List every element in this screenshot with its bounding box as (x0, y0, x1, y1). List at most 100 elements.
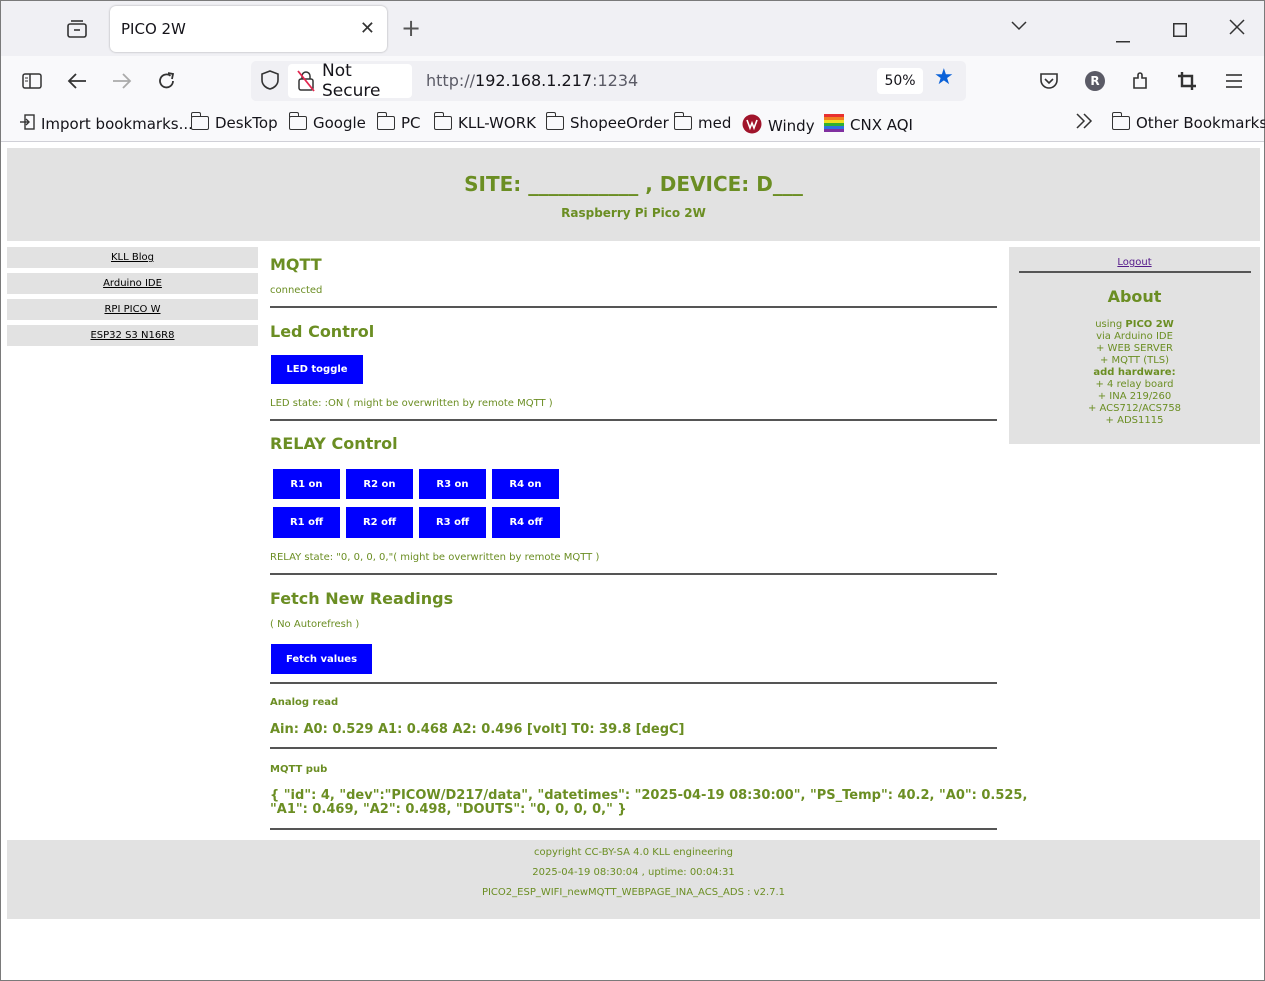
led-title: Led Control (270, 322, 375, 341)
url-prefix: http:// (426, 71, 476, 90)
left-nav: KLL Blog Arduino IDE RPI PICO W ESP32 S3… (7, 247, 258, 351)
analog-label: Analog read (270, 697, 339, 708)
reload-icon[interactable] (154, 68, 180, 94)
about-list: using PICO 2W via Arduino IDE + WEB SERV… (1009, 319, 1260, 427)
folder-icon (1111, 112, 1130, 130)
star-icon[interactable]: ★ (934, 65, 954, 90)
bookmark-label: Google (313, 114, 366, 132)
nav-link-arduino-ide[interactable]: Arduino IDE (7, 273, 258, 294)
nav-link-esp32[interactable]: ESP32 S3 N16R8 (7, 325, 258, 346)
about-using-board: PICO 2W (1125, 319, 1174, 330)
import-icon (19, 114, 35, 134)
bookmark-folder-desktop[interactable]: DeskTop (190, 112, 278, 132)
divider (270, 573, 997, 575)
sidebar-icon[interactable] (19, 68, 45, 94)
close-window-icon[interactable] (1229, 19, 1245, 40)
footer-version: PICO2_ESP_WIFI_newMQTT_WEBPAGE_INA_ACS_A… (481, 887, 786, 898)
relay-title: RELAY Control (270, 434, 398, 453)
about-line: + WEB SERVER (1096, 343, 1173, 354)
fetch-note: ( No Autorefresh ) (270, 619, 360, 630)
divider (270, 747, 997, 749)
mqtt-pub-label: MQTT pub (270, 764, 328, 775)
folder-icon (673, 112, 692, 130)
bookmark-import[interactable]: Import bookmarks... (19, 114, 193, 134)
page-title: SITE: ___________ , DEVICE: D___ (464, 172, 803, 196)
back-icon[interactable] (64, 68, 90, 94)
not-secure-label: Not Secure (322, 61, 381, 101)
plus-icon[interactable]: + (401, 14, 421, 42)
divider (270, 682, 997, 684)
about-hw-item: + 4 relay board (1095, 379, 1174, 390)
about-line: + MQTT (TLS) (1099, 355, 1170, 366)
about-add-hardware: add hardware: (1093, 367, 1176, 378)
profile-icon[interactable]: R (1082, 68, 1108, 94)
chevron-down-icon[interactable] (1011, 15, 1027, 36)
bookmark-label: PC (401, 114, 421, 132)
fetch-title: Fetch New Readings (270, 589, 454, 608)
bookmark-label: KLL-WORK (458, 114, 536, 132)
mqtt-pub-payload: { "id": 4, "dev":"PICOW/D217/data", "dat… (270, 789, 1027, 817)
led-toggle-button[interactable]: LED toggle (271, 355, 363, 384)
tab-list-icon[interactable] (63, 16, 91, 42)
bookmark-windy[interactable]: Windy (742, 114, 815, 138)
pocket-icon[interactable] (1036, 68, 1062, 94)
main-content: MQTT connected Led Control LED toggle LE… (270, 247, 1027, 837)
mqtt-status: connected (270, 285, 323, 296)
bookmark-folder-google[interactable]: Google (288, 112, 366, 132)
folder-icon (433, 112, 452, 130)
bookmark-folder-pc[interactable]: PC (376, 112, 421, 132)
relay-3-off-button[interactable]: R3 off (419, 507, 486, 538)
footer-copyright: copyright CC-BY-SA 4.0 KLL engineering (534, 847, 733, 858)
tab-pico[interactable]: PICO 2W ✕ (110, 6, 387, 52)
about-hw-item: + INA 219/260 (1097, 391, 1172, 402)
shield-icon[interactable] (261, 70, 279, 94)
relay-2-on-button[interactable]: R2 on (346, 469, 413, 499)
divider (270, 419, 997, 421)
relay-4-on-button[interactable]: R4 on (492, 469, 559, 499)
maximize-icon[interactable] (1173, 21, 1187, 42)
bookmark-folder-kll-work[interactable]: KLL-WORK (433, 112, 536, 132)
svg-text:R: R (1090, 74, 1099, 88)
relay-4-off-button[interactable]: R4 off (492, 507, 560, 538)
nav-link-kll-blog[interactable]: KLL Blog (7, 247, 258, 268)
url-text[interactable]: http://192.168.1.217:1234 (426, 71, 638, 90)
fetch-values-button[interactable]: Fetch values (271, 644, 372, 674)
page-header: SITE: ___________ , DEVICE: D___ Raspber… (7, 148, 1260, 241)
close-icon[interactable]: ✕ (360, 18, 375, 39)
divider (270, 828, 997, 830)
extensions-icon[interactable] (1127, 68, 1153, 94)
chevrons-right-icon[interactable] (1075, 113, 1093, 129)
about-using: using PICO 2W (1009, 319, 1260, 331)
relay-2-off-button[interactable]: R2 off (346, 507, 413, 538)
minimize-icon[interactable] (1116, 27, 1130, 48)
bookmark-label: CNX AQI (850, 116, 913, 134)
footer-time: 2025-04-19 08:30:04 , uptime: 00:04:31 (532, 867, 735, 878)
bookmark-label: Windy (768, 117, 815, 135)
divider (1018, 271, 1251, 273)
crop-icon[interactable] (1174, 68, 1200, 94)
url-port: :1234 (592, 71, 639, 90)
nav-link-rpi-pico-w[interactable]: RPI PICO W (7, 299, 258, 320)
relay-1-off-button[interactable]: R1 off (273, 507, 340, 538)
zoom-level[interactable]: 50% (877, 68, 923, 94)
url-bar[interactable]: Not Secure http://192.168.1.217:1234 50%… (251, 61, 966, 101)
relay-3-on-button[interactable]: R3 on (419, 469, 486, 499)
led-state: LED state: :ON ( might be overwritten by… (270, 398, 553, 409)
tab-bar: PICO 2W ✕ + (1, 1, 1264, 56)
page-subtitle: Raspberry Pi Pico 2W (561, 206, 706, 220)
bookmark-other[interactable]: Other Bookmarks (1111, 112, 1265, 132)
bookmark-folder-med[interactable]: med (673, 112, 731, 132)
bookmark-label: Other Bookmarks (1136, 114, 1265, 132)
not-secure-badge[interactable]: Not Secure (288, 61, 412, 101)
bookmark-label: ShopeeOrder (570, 114, 669, 132)
about-line: via Arduino IDE (1096, 331, 1173, 342)
menu-icon[interactable] (1221, 68, 1247, 94)
bookmark-folder-shopee[interactable]: ShopeeOrder (545, 112, 669, 132)
about-hw-item: + ACS712/ACS758 (1087, 403, 1182, 414)
forward-icon[interactable] (109, 68, 135, 94)
relay-1-on-button[interactable]: R1 on (273, 469, 340, 499)
tab-title: PICO 2W (121, 20, 186, 38)
about-hw-item: + ADS1115 (1105, 415, 1164, 426)
logout-link[interactable]: Logout (1009, 257, 1260, 268)
bookmark-cnx-aqi[interactable]: CNX AQI (824, 114, 913, 136)
